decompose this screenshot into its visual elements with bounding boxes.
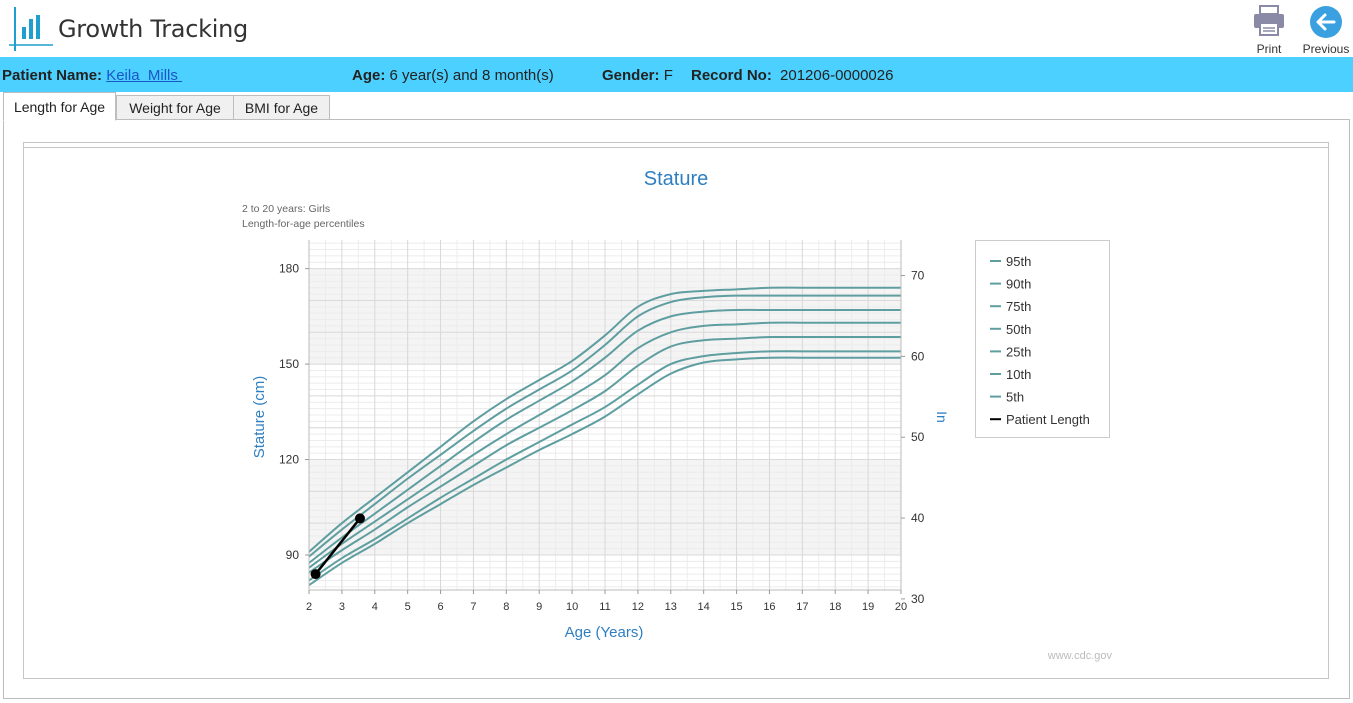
tab-weight-for-age[interactable]: Weight for Age: [116, 95, 234, 119]
app-header: Growth Tracking Print Previous: [0, 0, 1353, 57]
chart-frame: [23, 142, 1329, 679]
patient-info-bar: Patient Name: Keila Mills Age: 6 year(s)…: [0, 57, 1353, 92]
chart-tabs: Length for Age Weight for Age BMI for Ag…: [0, 92, 1353, 121]
age-value: 6 year(s) and 8 month(s): [389, 67, 554, 84]
gender-value: F: [663, 67, 673, 84]
growth-chart-logo-icon: [9, 7, 53, 51]
record-label: Record No:: [691, 67, 772, 84]
patient-name-link[interactable]: Keila Mills: [106, 67, 182, 84]
previous-label: Previous: [1302, 42, 1350, 56]
gender-label: Gender:: [602, 67, 660, 84]
patient-name-field: Patient Name: Keila Mills: [2, 67, 182, 84]
back-arrow-icon: [1310, 6, 1342, 38]
tab-bmi-for-age[interactable]: BMI for Age: [233, 95, 330, 119]
print-button[interactable]: Print: [1245, 5, 1293, 57]
tab-length-for-age[interactable]: Length for Age: [3, 92, 116, 121]
app-title: Growth Tracking: [58, 15, 248, 43]
age-label: Age:: [352, 67, 386, 84]
patient-age-field: Age: 6 year(s) and 8 month(s): [352, 67, 554, 84]
patient-gender-field: Gender: F: [602, 67, 673, 84]
printer-icon: [1254, 5, 1284, 36]
print-label: Print: [1256, 42, 1282, 56]
record-value: 201206-0000026: [780, 67, 894, 84]
previous-button[interactable]: Previous: [1302, 5, 1350, 57]
patient-name-label: Patient Name:: [2, 67, 103, 84]
record-number-field: Record No: 201206-0000026: [691, 67, 893, 84]
chart-frame-divider: [23, 147, 1329, 148]
